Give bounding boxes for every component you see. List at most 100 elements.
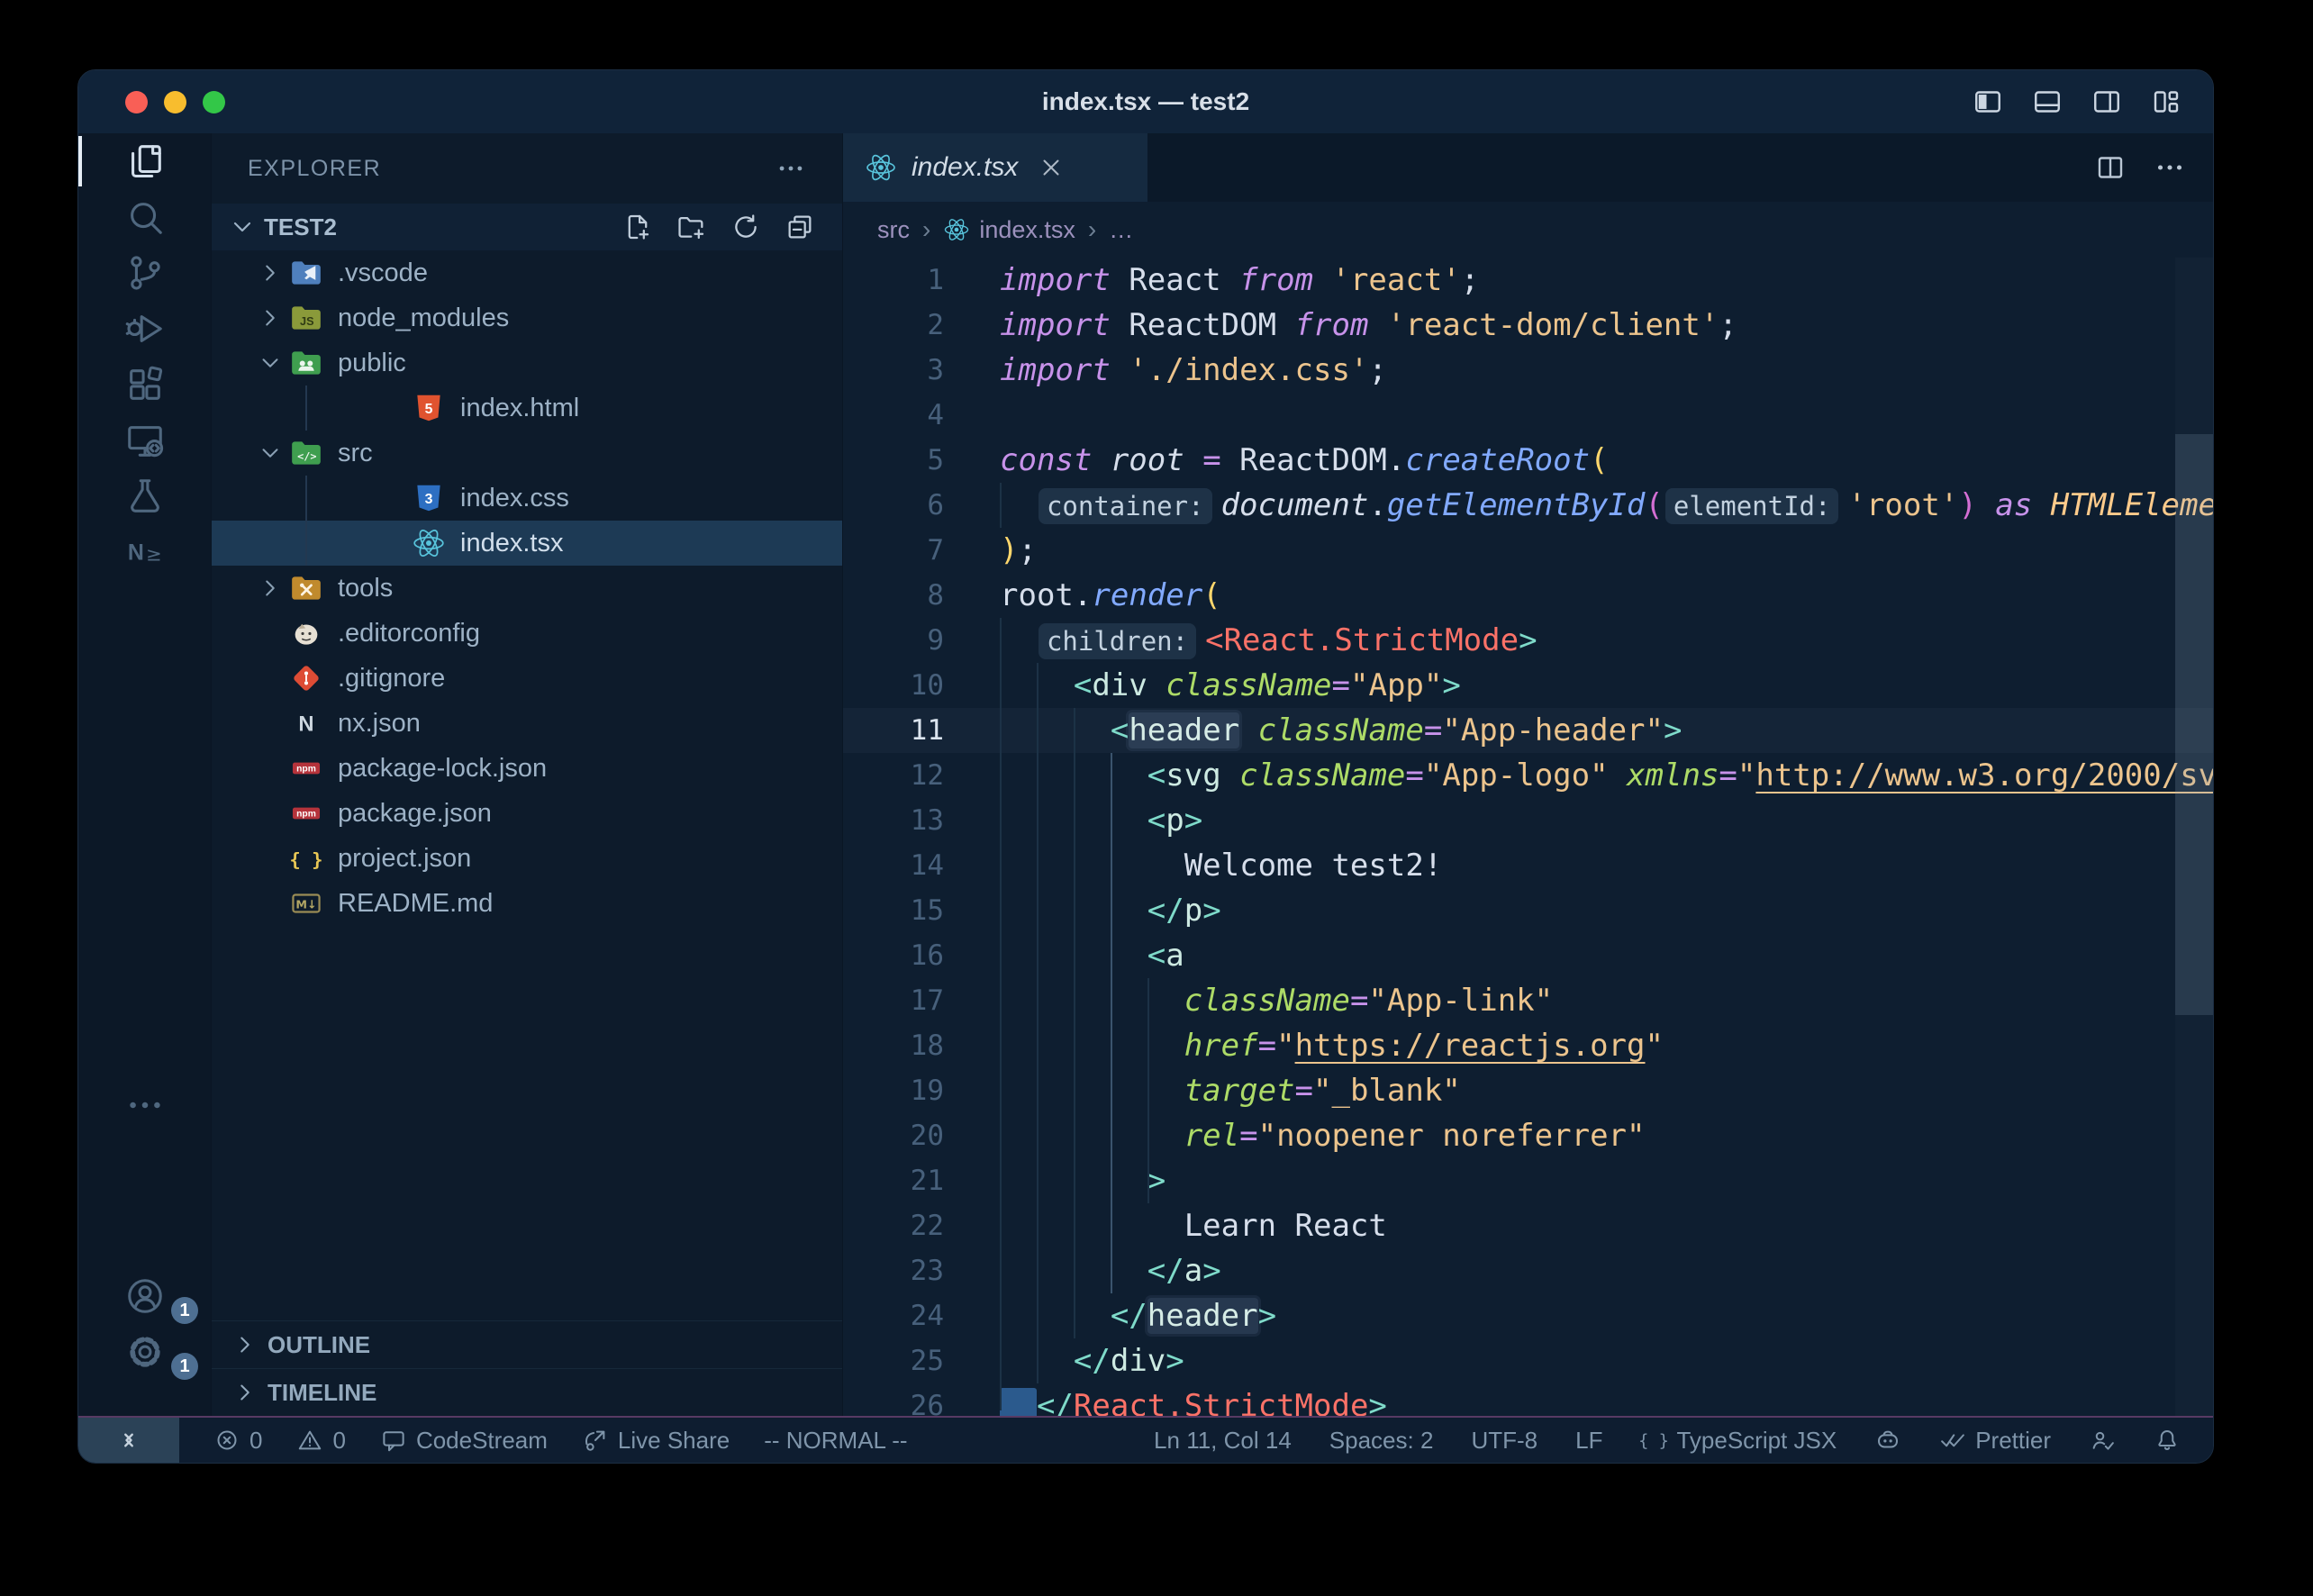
- status-errors[interactable]: 0: [213, 1427, 262, 1455]
- code-line-18[interactable]: 18 href="https://reactjs.org": [843, 1023, 2213, 1068]
- tree-item-.editorconfig[interactable]: .editorconfig: [212, 611, 842, 656]
- breadcrumb-item-index.tsx[interactable]: index.tsx: [943, 216, 1075, 244]
- code-line-1[interactable]: 1import React from 'react';: [843, 258, 2213, 303]
- tree-item-index.css[interactable]: 3index.css: [212, 476, 842, 521]
- code-line-12[interactable]: 12 <svg className="App-logo" xmlns="http…: [843, 753, 2213, 798]
- code-line-9[interactable]: 9 children:<React.StrictMode>: [843, 618, 2213, 663]
- account-icon: [124, 1275, 166, 1317]
- zoom-window-button[interactable]: [203, 91, 225, 113]
- activity-item-source-control[interactable]: [78, 245, 211, 301]
- tree-item-nx.json[interactable]: Nnx.json: [212, 701, 842, 746]
- split-editor-icon[interactable]: [2094, 151, 2127, 184]
- tree-item-public[interactable]: public: [212, 340, 842, 385]
- tree-item-index.tsx[interactable]: index.tsx: [212, 521, 842, 566]
- braces-icon: { }: [1640, 1427, 1667, 1454]
- activity-item-explorer[interactable]: [78, 133, 211, 189]
- tree-item-.gitignore[interactable]: .gitignore: [212, 656, 842, 701]
- new-file-icon[interactable]: [622, 212, 653, 242]
- activity-item-extensions[interactable]: [78, 357, 211, 413]
- code-line-10[interactable]: 10 <div className="App">: [843, 663, 2213, 708]
- chevron-down-icon[interactable]: [257, 440, 284, 467]
- tree-item-index.html[interactable]: 5index.html: [212, 385, 842, 431]
- code-line-21[interactable]: 21 >: [843, 1158, 2213, 1203]
- status-prettier[interactable]: Prettier: [1939, 1427, 2051, 1455]
- timeline-panel[interactable]: TIMELINE: [212, 1368, 842, 1416]
- code-line-15[interactable]: 15 </p>: [843, 888, 2213, 933]
- close-window-button[interactable]: [125, 91, 148, 113]
- status-indentation[interactable]: Spaces: 2: [1329, 1427, 1434, 1455]
- more-icon[interactable]: [776, 153, 806, 184]
- activity-item-more-actions[interactable]: [78, 1077, 211, 1133]
- code-line-5[interactable]: 5const root = ReactDOM.createRoot(: [843, 438, 2213, 483]
- code-line-11[interactable]: 11 <header className="App-header">: [843, 708, 2213, 753]
- code-line-4[interactable]: 4: [843, 393, 2213, 438]
- code-line-2[interactable]: 2import ReactDOM from 'react-dom/client'…: [843, 303, 2213, 348]
- activity-item-nx-console[interactable]: N≥: [78, 524, 211, 580]
- status-codestream[interactable]: CodeStream: [380, 1427, 548, 1455]
- code-line-17[interactable]: 17 className="App-link": [843, 978, 2213, 1023]
- tree-item-project.json[interactable]: { }project.json: [212, 836, 842, 881]
- code-line-22[interactable]: 22 Learn React: [843, 1203, 2213, 1248]
- status-copilot[interactable]: [1874, 1427, 1901, 1454]
- activity-item-accounts[interactable]: 1: [78, 1268, 211, 1324]
- status-live-share[interactable]: Live Share: [582, 1427, 730, 1455]
- layout-sidebar-left-icon[interactable]: [1972, 86, 2004, 118]
- more-icon[interactable]: [2154, 151, 2186, 184]
- status-cursor-position[interactable]: Ln 11, Col 14: [1154, 1427, 1292, 1455]
- code-line-16[interactable]: 16 <a: [843, 933, 2213, 978]
- tree-item-package-lock.json[interactable]: npmpackage-lock.json: [212, 746, 842, 791]
- tree-item-README.md[interactable]: M↓README.md: [212, 881, 842, 926]
- tree-item-node_modules[interactable]: JSnode_modules: [212, 295, 842, 340]
- status-encoding[interactable]: UTF-8: [1471, 1427, 1537, 1455]
- code-line-19[interactable]: 19 target="_blank": [843, 1068, 2213, 1113]
- scrollbar-thumb[interactable]: [2175, 434, 2213, 1015]
- code-line-13[interactable]: 13 <p>: [843, 798, 2213, 843]
- code-line-25[interactable]: 25 </div>: [843, 1338, 2213, 1383]
- chevron-right-icon[interactable]: [257, 259, 284, 286]
- layout-sidebar-right-icon[interactable]: [2091, 86, 2123, 118]
- status-language-mode[interactable]: { }TypeScript JSX: [1640, 1427, 1837, 1455]
- code-line-7[interactable]: 7);: [843, 528, 2213, 573]
- status-warnings[interactable]: 0: [296, 1427, 345, 1455]
- outline-panel[interactable]: OUTLINE: [212, 1320, 842, 1368]
- code-line-14[interactable]: 14 Welcome test2!: [843, 843, 2213, 888]
- section-header-test2[interactable]: TEST2: [212, 204, 842, 250]
- status-label: -- NORMAL --: [764, 1427, 907, 1455]
- tree-item-tools[interactable]: tools: [212, 566, 842, 611]
- code-line-26[interactable]: 26 </React.StrictMode>: [843, 1383, 2213, 1416]
- status-eol[interactable]: LF: [1575, 1427, 1602, 1455]
- activity-item-run-debug[interactable]: [78, 301, 211, 357]
- collapse-all-icon[interactable]: [785, 212, 815, 242]
- tree-item-package.json[interactable]: npmpackage.json: [212, 791, 842, 836]
- code-line-23[interactable]: 23 </a>: [843, 1248, 2213, 1293]
- refresh-icon[interactable]: [730, 212, 761, 242]
- code-line-24[interactable]: 24 </header>: [843, 1293, 2213, 1338]
- new-folder-icon[interactable]: [676, 212, 707, 242]
- code-editor[interactable]: 1import React from 'react';2import React…: [843, 258, 2213, 1416]
- line-content: root.render(: [1000, 573, 1221, 618]
- tree-item-src[interactable]: </>src: [212, 431, 842, 476]
- status-feedback[interactable]: [2089, 1427, 2116, 1454]
- chevron-right-icon[interactable]: [257, 304, 284, 331]
- code-line-8[interactable]: 8root.render(: [843, 573, 2213, 618]
- activity-item-remote-explorer[interactable]: [78, 413, 211, 468]
- tab-index-tsx[interactable]: index.tsx: [843, 133, 1147, 202]
- code-line-20[interactable]: 20 rel="noopener noreferrer": [843, 1113, 2213, 1158]
- activity-item-settings[interactable]: 1: [78, 1324, 211, 1380]
- chevron-down-icon[interactable]: [257, 349, 284, 376]
- status-remote-indicator[interactable]: [78, 1418, 179, 1463]
- layout-customize-icon[interactable]: [2150, 86, 2182, 118]
- status-notifications[interactable]: [2154, 1427, 2181, 1454]
- minimize-window-button[interactable]: [164, 91, 186, 113]
- code-line-6[interactable]: 6 container:document.getElementById(elem…: [843, 483, 2213, 528]
- status-vim-mode[interactable]: -- NORMAL --: [764, 1427, 907, 1455]
- breadcrumb-item-more[interactable]: …: [1109, 216, 1133, 244]
- tree-item-.vscode[interactable]: .vscode: [212, 250, 842, 295]
- breadcrumb-item-src[interactable]: src: [877, 216, 910, 244]
- code-line-3[interactable]: 3import './index.css';: [843, 348, 2213, 393]
- close-icon[interactable]: [1038, 154, 1065, 181]
- activity-item-testing[interactable]: [78, 468, 211, 524]
- chevron-right-icon[interactable]: [257, 575, 284, 602]
- activity-item-search[interactable]: [78, 189, 211, 245]
- layout-panel-bottom-icon[interactable]: [2031, 86, 2064, 118]
